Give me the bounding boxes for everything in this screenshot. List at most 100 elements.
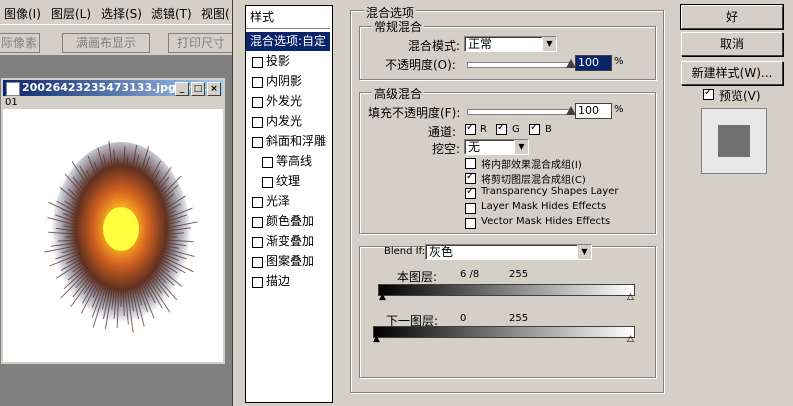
blend-mode-select[interactable]: 正常 ▼	[464, 36, 557, 52]
underlying-gradient-slider[interactable]	[373, 326, 635, 338]
style-item-checkbox[interactable]	[252, 77, 263, 88]
cancel-button[interactable]: 取消	[681, 32, 783, 56]
advanced-option-label: Layer Mask Hides Effects	[481, 201, 607, 212]
this-layer-gradient-slider[interactable]	[378, 284, 635, 296]
this-layer-low-value: 6 /8	[460, 269, 480, 280]
channel-g-label: G	[512, 124, 520, 135]
style-item-label: 外发光	[266, 94, 303, 108]
channel-b-label: B	[545, 124, 552, 135]
channel-b-checkbox[interactable]	[529, 122, 540, 135]
style-item-checkbox[interactable]	[252, 257, 263, 268]
style-item-checkbox[interactable]	[252, 57, 263, 68]
ok-button[interactable]: 好	[680, 4, 784, 30]
blend-mode-label: 混合模式:	[408, 39, 461, 53]
print-size-button[interactable]: 打印尺寸	[168, 33, 234, 53]
minimize-icon[interactable]: _	[175, 82, 189, 96]
style-item-checkbox[interactable]	[252, 97, 263, 108]
document-title-bar[interactable]: 20026423235473133.jpg @ ... _ □ ×	[3, 80, 223, 96]
underlying-low-value: 0	[460, 313, 467, 324]
chevron-down-icon: ▼	[514, 140, 528, 154]
style-item-label: 纹理	[276, 174, 301, 188]
fill-opacity-slider[interactable]	[467, 106, 576, 115]
menu-filter[interactable]: 滤镜(T)	[151, 5, 192, 22]
style-item[interactable]: 内阴影	[246, 72, 330, 91]
new-style-button[interactable]: 新建样式(W)...	[681, 61, 783, 85]
style-item[interactable]: 斜面和浮雕	[246, 132, 330, 151]
style-item-label: 颜色叠加	[266, 214, 315, 228]
style-item-checkbox[interactable]	[252, 237, 263, 248]
underlying-white-handle-icon[interactable]: △	[627, 335, 634, 344]
style-item[interactable]: 图案叠加	[246, 252, 330, 271]
opacity-input[interactable]: 100	[575, 55, 612, 71]
maximize-icon[interactable]: □	[191, 82, 205, 96]
menu-select[interactable]: 选择(S)	[101, 5, 142, 22]
style-item[interactable]: 颜色叠加	[246, 212, 330, 231]
style-item[interactable]: 内发光	[246, 112, 330, 131]
channel-g-checkbox[interactable]	[496, 122, 507, 135]
channel-r-label: R	[480, 124, 487, 135]
style-item[interactable]: 等高线	[246, 152, 330, 171]
fill-opacity-input[interactable]: 100	[575, 103, 612, 119]
document-icon	[6, 82, 20, 96]
close-icon[interactable]: ×	[207, 82, 221, 96]
style-item-label: 斜面和浮雕	[266, 134, 327, 148]
style-item-checkbox[interactable]	[252, 117, 263, 128]
style-item-checkbox[interactable]	[262, 157, 273, 168]
style-item-label: 等高线	[276, 154, 313, 168]
advanced-option-label: Vector Mask Hides Effects	[481, 216, 611, 227]
advanced-option-checkbox[interactable]	[465, 203, 476, 214]
actual-pixels-button[interactable]: 际像素	[0, 33, 40, 53]
style-item-checkbox[interactable]	[252, 277, 263, 288]
menu-bar: 图像(I) 图层(L) 选择(S) 滤镜(T) 视图(	[0, 0, 232, 24]
preview-checkbox[interactable]	[703, 87, 714, 100]
style-item[interactable]: 光泽	[246, 192, 330, 211]
styles-header[interactable]: 样式	[250, 8, 334, 27]
advanced-option-label: 将剪切图层混合成组(C)	[481, 175, 586, 186]
channels-label: 通道:	[428, 125, 457, 139]
menu-layer[interactable]: 图层(L)	[51, 5, 91, 22]
style-item-checkbox[interactable]	[252, 217, 263, 228]
style-item-checkbox[interactable]	[252, 137, 263, 148]
style-item[interactable]: 混合选项:自定	[246, 32, 330, 51]
style-item-label: 渐变叠加	[266, 234, 315, 248]
this-layer-white-handle-icon[interactable]: △	[627, 293, 634, 302]
fit-on-screen-button[interactable]: 满画布显示	[62, 33, 150, 53]
advanced-option-checkbox[interactable]	[465, 218, 476, 229]
style-item-label: 光泽	[266, 194, 291, 208]
document-window: 20026423235473133.jpg @ ... _ □ × 01	[0, 77, 226, 365]
preview-swatch	[718, 125, 750, 157]
menu-view[interactable]: 视图(	[201, 5, 230, 22]
opacity-unit: %	[614, 56, 624, 67]
chevron-down-icon: ▼	[542, 37, 556, 51]
advanced-option-checkbox[interactable]	[465, 158, 476, 169]
general-blending-title: 常规混合	[372, 18, 425, 35]
advanced-option-checkbox[interactable]	[465, 171, 476, 184]
style-item[interactable]: 纹理	[246, 172, 330, 191]
style-item-label: 投影	[266, 54, 291, 68]
this-layer-black-handle-icon[interactable]: ▲	[379, 293, 386, 302]
style-item[interactable]: 渐变叠加	[246, 232, 330, 251]
this-layer-high-value: 255	[509, 269, 529, 280]
style-item[interactable]: 外发光	[246, 92, 330, 111]
advanced-option-checkbox[interactable]	[465, 186, 476, 199]
document-status: 01	[3, 97, 223, 109]
menu-image[interactable]: 图像(I)	[4, 5, 41, 22]
knockout-select[interactable]: 无 ▼	[464, 139, 529, 155]
advanced-option-label: 将内部效果混合成组(I)	[481, 160, 582, 171]
style-item-checkbox[interactable]	[252, 197, 263, 208]
blend-if-select[interactable]: 灰色 ▼	[425, 244, 592, 260]
style-item-label: 图案叠加	[266, 254, 315, 268]
blend-if-label: Blend If:	[384, 246, 426, 257]
advanced-option-label: Transparency Shapes Layer	[481, 186, 619, 197]
fill-opacity-label: 填充不透明度(F):	[368, 106, 461, 120]
knockout-value: 无	[468, 140, 481, 154]
style-item-label: 内阴影	[266, 74, 303, 88]
style-item-checkbox[interactable]	[262, 177, 273, 188]
style-item[interactable]: 投影	[246, 52, 330, 71]
opacity-slider[interactable]	[467, 59, 576, 68]
style-item-label: 混合选项:自定	[250, 34, 327, 48]
image-canvas[interactable]	[3, 109, 223, 362]
channel-r-checkbox[interactable]	[465, 122, 476, 135]
style-item[interactable]: 描边	[246, 272, 330, 291]
underlying-black-handle-icon[interactable]: ▲	[373, 335, 380, 344]
